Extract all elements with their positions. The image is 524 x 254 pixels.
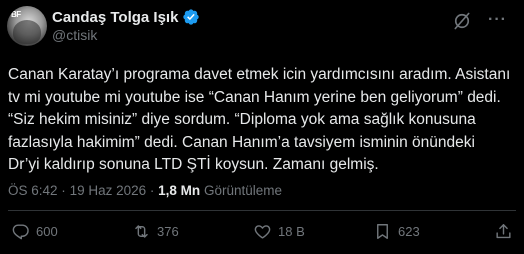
bookmark-button[interactable]: 623 <box>373 222 420 241</box>
tweet-meta: ÖS 6:42 · 19 Haz 2026 · 1,8 Mn Görüntüle… <box>8 183 282 198</box>
repost-button[interactable]: 376 <box>132 222 179 241</box>
bookmark-icon <box>377 224 388 239</box>
author-handle[interactable]: @ctisik <box>52 27 97 43</box>
tweet-line: tv mi youtube mi youtube ise “Canan Hanı… <box>8 88 501 106</box>
avatar[interactable]: BF <box>7 6 47 46</box>
tweet-line: “Siz hekim misiniz” diye sordum. “Diplom… <box>8 111 476 128</box>
author-display-name[interactable]: Candaş Tolga Işık <box>52 9 178 26</box>
avatar-logo: BF <box>11 10 21 19</box>
like-button[interactable]: 18 B <box>253 222 305 241</box>
tweet-line: fazlasıyla hakimim” dedi. Canan Hanım’a … <box>8 133 475 151</box>
tweet-line: Dr’yi kaldırıp sonuna LTD ŞTİ koysun. Za… <box>8 156 379 173</box>
verified-badge-icon <box>183 9 200 25</box>
reply-button[interactable]: 600 <box>11 222 58 241</box>
share-icon <box>496 224 511 239</box>
more-options-icon[interactable]: ··· <box>488 10 512 32</box>
avatar-portrait <box>13 20 41 44</box>
action-bar: 600 376 18 B 623 <box>0 222 524 248</box>
repost-icon <box>135 225 148 238</box>
meta-separator: · <box>149 183 155 198</box>
tweet-text: Canan Karatay’ı programa davet etmek ici… <box>8 64 520 177</box>
bookmark-count: 623 <box>398 224 420 239</box>
share-button[interactable] <box>494 222 513 241</box>
like-count: 18 B <box>278 224 305 239</box>
tweet-line: Canan Karatay’ı programa davet etmek ici… <box>8 66 511 83</box>
views-count: 1,8 Mn <box>158 183 201 198</box>
heart-icon <box>254 225 271 239</box>
tweet-time[interactable]: ÖS 6:42 <box>8 183 58 198</box>
divider <box>8 210 516 211</box>
tweet-date[interactable]: 19 Haz 2026 <box>70 183 147 198</box>
repost-count: 376 <box>157 224 179 239</box>
reply-count: 600 <box>36 224 58 239</box>
meta-separator: · <box>61 183 66 198</box>
grok-icon[interactable] <box>452 11 472 31</box>
author-name-row: Candaş Tolga Işık <box>52 8 200 26</box>
reply-icon <box>12 224 29 240</box>
views-label: Görüntüleme <box>203 183 282 198</box>
tweet-card: BF Candaş Tolga Işık @ctisik ··· Canan K… <box>0 0 524 254</box>
